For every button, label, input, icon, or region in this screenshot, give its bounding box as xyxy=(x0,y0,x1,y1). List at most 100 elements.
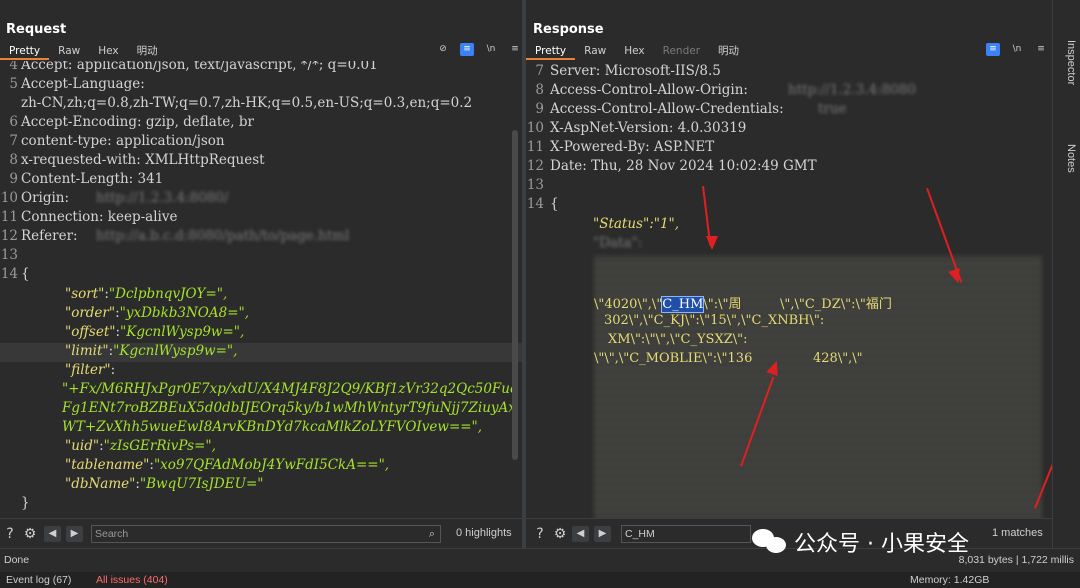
help-icon[interactable]: ? xyxy=(532,526,548,542)
tab-hex[interactable]: Hex xyxy=(89,43,127,60)
response-fragment: \"4020\",\"C_HM\":\"周 xyxy=(594,296,742,313)
response-pane: Response Pretty Raw Hex Render 明动 ≡ \n ≡… xyxy=(526,0,1052,548)
pretty-format-icon[interactable]: ≡ xyxy=(986,43,1000,56)
search-prev-button[interactable]: ◀ xyxy=(572,526,589,542)
code-line: 8 Access-Control-Allow-Origin: http://1.2.… xyxy=(535,82,916,98)
redacted-message: "Data": xyxy=(593,235,643,251)
watermark: 公众号 · 小果安全 xyxy=(752,526,969,558)
help-icon[interactable]: ? xyxy=(2,526,18,542)
status-text: Done xyxy=(4,554,30,566)
tab-render[interactable]: Render xyxy=(654,43,709,60)
json-line: WT+ZvXhh5wueEwI8ArvKBnDYd7kcaMlkZoLYFVOI… xyxy=(62,419,483,435)
response-size: 8,031 bytes | 1,722 millis xyxy=(958,554,1074,566)
response-fragment: 428\",\" xyxy=(813,351,863,366)
json-line: "offset":"KgcnlWysp9w=", xyxy=(65,324,245,340)
tab-pretty[interactable]: Pretty xyxy=(0,43,50,60)
response-fragment: \",\"C_DZ\":\"福门 xyxy=(780,297,892,312)
code-line: 7 content-type: application/json xyxy=(9,133,225,149)
tab-extension[interactable]: 明动 xyxy=(128,43,167,60)
response-fragment: 302\",\"C_KJ\":\"15\",\"C_XNBH\": xyxy=(604,313,825,328)
json-line: "limit":"KgcnlWysp9w=", xyxy=(0,343,522,362)
notes-tab[interactable]: Notes xyxy=(1057,144,1077,173)
code-line: 10 X-AspNet-Version: 4.0.30319 xyxy=(526,120,747,136)
code-line: 10 Origin: http://1.2.3.4:8080/ xyxy=(0,190,229,206)
code-line: 4 Accept: application/json, text/javascri… xyxy=(9,61,378,73)
redacted-origin: http://1.2.3.4:8080/ xyxy=(96,190,229,206)
response-fragment: \"\",\"C_MOBLIE\":\"136 xyxy=(594,351,753,366)
search-match-highlight: C_HM xyxy=(661,296,705,313)
wrap-lines-icon[interactable]: \n xyxy=(484,43,498,56)
json-line: "filter": xyxy=(65,362,116,378)
inspector-tab[interactable]: Inspector xyxy=(1057,40,1077,85)
tab-raw[interactable]: Raw xyxy=(49,43,89,60)
code-line: 13 xyxy=(526,177,544,193)
tab-pretty[interactable]: Pretty xyxy=(526,43,576,60)
code-line: 6 Accept-Encoding: gzip, deflate, br xyxy=(9,114,254,130)
memory-indicator: Memory: 1.42GB xyxy=(910,574,990,586)
pretty-format-icon[interactable]: ≡ xyxy=(460,43,474,56)
code-line: 13 xyxy=(0,247,18,263)
request-title: Request xyxy=(6,22,67,37)
all-issues-link[interactable]: All issues (404) xyxy=(96,574,168,586)
matches-count: 1 matches xyxy=(992,527,1043,539)
request-editor-tools: ⊘ ≡ \n ≡ xyxy=(436,43,522,56)
response-search-input[interactable]: C_HM xyxy=(621,525,751,543)
menu-icon[interactable]: ≡ xyxy=(1034,43,1048,56)
annotation-arrowhead xyxy=(706,236,718,250)
wrap-lines-icon[interactable]: \n xyxy=(1010,43,1024,56)
json-line: "Data": xyxy=(526,235,1052,254)
code-line: 7 Server: Microsoft-IIS/8.5 xyxy=(535,63,721,79)
code-line: 8 x-requested-with: XMLHttpRequest xyxy=(9,152,265,168)
search-icon: ⌕ xyxy=(428,527,436,540)
code-line: zh-CN,zh;q=0.8,zh-TW;q=0.7,zh-HK;q=0.5,e… xyxy=(21,95,473,111)
code-line: 14{ xyxy=(0,266,30,282)
search-next-button[interactable]: ▶ xyxy=(66,526,83,542)
settings-icon[interactable]: ⚙ xyxy=(552,526,568,542)
tab-extension[interactable]: 明动 xyxy=(709,43,748,60)
search-next-button[interactable]: ▶ xyxy=(594,526,611,542)
code-line: 9 Access-Control-Allow-Credentials: true xyxy=(535,101,847,117)
code-line: 11 Connection: keep-alive xyxy=(0,209,178,225)
highlights-count: 0 highlights xyxy=(456,527,512,539)
code-line: 11 X-Powered-By: ASP.NET xyxy=(526,139,715,155)
request-scrollbar[interactable] xyxy=(512,130,518,460)
request-editor[interactable]: 4 Accept: application/json, text/javascri… xyxy=(0,61,522,518)
json-line: "uid":"zIsGErRivPs=", xyxy=(65,438,216,454)
response-fragment: XM\":\"\",\"C_YSXZ\": xyxy=(608,332,748,347)
json-line: } xyxy=(21,495,30,511)
code-line: 9 Content-Length: 341 xyxy=(9,171,164,187)
json-line: "tablename":"xo97QFAdMobJ4YwFdI5CkA==", xyxy=(65,457,390,473)
menu-icon[interactable]: ≡ xyxy=(508,43,522,56)
bottom-bar: Event log (67) All issues (404) Memory: … xyxy=(0,572,1080,588)
json-line: Fg1ENt7roBZBEuX5d0dbIJEOrq5ky/b1wMhWntyr… xyxy=(62,400,516,416)
response-title: Response xyxy=(533,22,604,37)
response-editor-tools: ≡ \n ≡ xyxy=(986,43,1048,56)
json-line: "Status":"1", xyxy=(593,216,680,232)
response-view-tabs: Pretty Raw Hex Render 明动 xyxy=(526,43,748,60)
code-line: 12 Date: Thu, 28 Nov 2024 10:02:49 GMT xyxy=(526,158,817,174)
redacted-referer: http://a.b.c.d:8080/path/to/page.html xyxy=(96,228,350,244)
request-search-input[interactable]: Search xyxy=(91,525,441,543)
json-line: "order":"yxDbkb3NOA8=", xyxy=(65,305,250,321)
side-panel: Inspector Notes xyxy=(1052,0,1080,548)
request-search-bar: ? ⚙ ◀ ▶ Search ⌕ 0 highlights xyxy=(0,518,522,548)
code-line: 12 Referer: http://a.b.c.d:8080/path/to/pa… xyxy=(0,228,350,244)
tab-hex[interactable]: Hex xyxy=(615,43,653,60)
redacted-origin: http://1.2.3.4:8080 xyxy=(788,82,916,98)
response-editor[interactable]: 7 Server: Microsoft-IIS/8.5 8 Access-Contr… xyxy=(526,61,1052,518)
request-view-tabs: Pretty Raw Hex 明动 xyxy=(0,43,167,60)
json-line: "sort":"DclpbnqvJOY=", xyxy=(65,286,228,302)
watermark-text: 公众号 · 小果安全 xyxy=(794,532,969,557)
hide-nonprintable-icon[interactable]: ⊘ xyxy=(436,43,450,56)
code-line: 5 Accept-Language: xyxy=(9,76,145,92)
settings-icon[interactable]: ⚙ xyxy=(22,526,38,542)
request-pane: Request Pretty Raw Hex 明动 ⊘ ≡ \n ≡ 4 Acce… xyxy=(0,0,522,548)
code-line: 14{ xyxy=(526,196,559,212)
json-line: "dbName":"BwqU7IsJDEU=" xyxy=(65,476,264,492)
search-prev-button[interactable]: ◀ xyxy=(44,526,61,542)
wechat-logo-icon xyxy=(752,527,788,557)
json-line: "+Fx/M6RHJxPgr0E7xp/xdU/X4MJ4F8J2Q9/KBf1… xyxy=(62,381,518,397)
event-log-link[interactable]: Event log (67) xyxy=(6,574,71,586)
tab-raw[interactable]: Raw xyxy=(575,43,615,60)
redacted-credentials: true xyxy=(818,101,847,117)
